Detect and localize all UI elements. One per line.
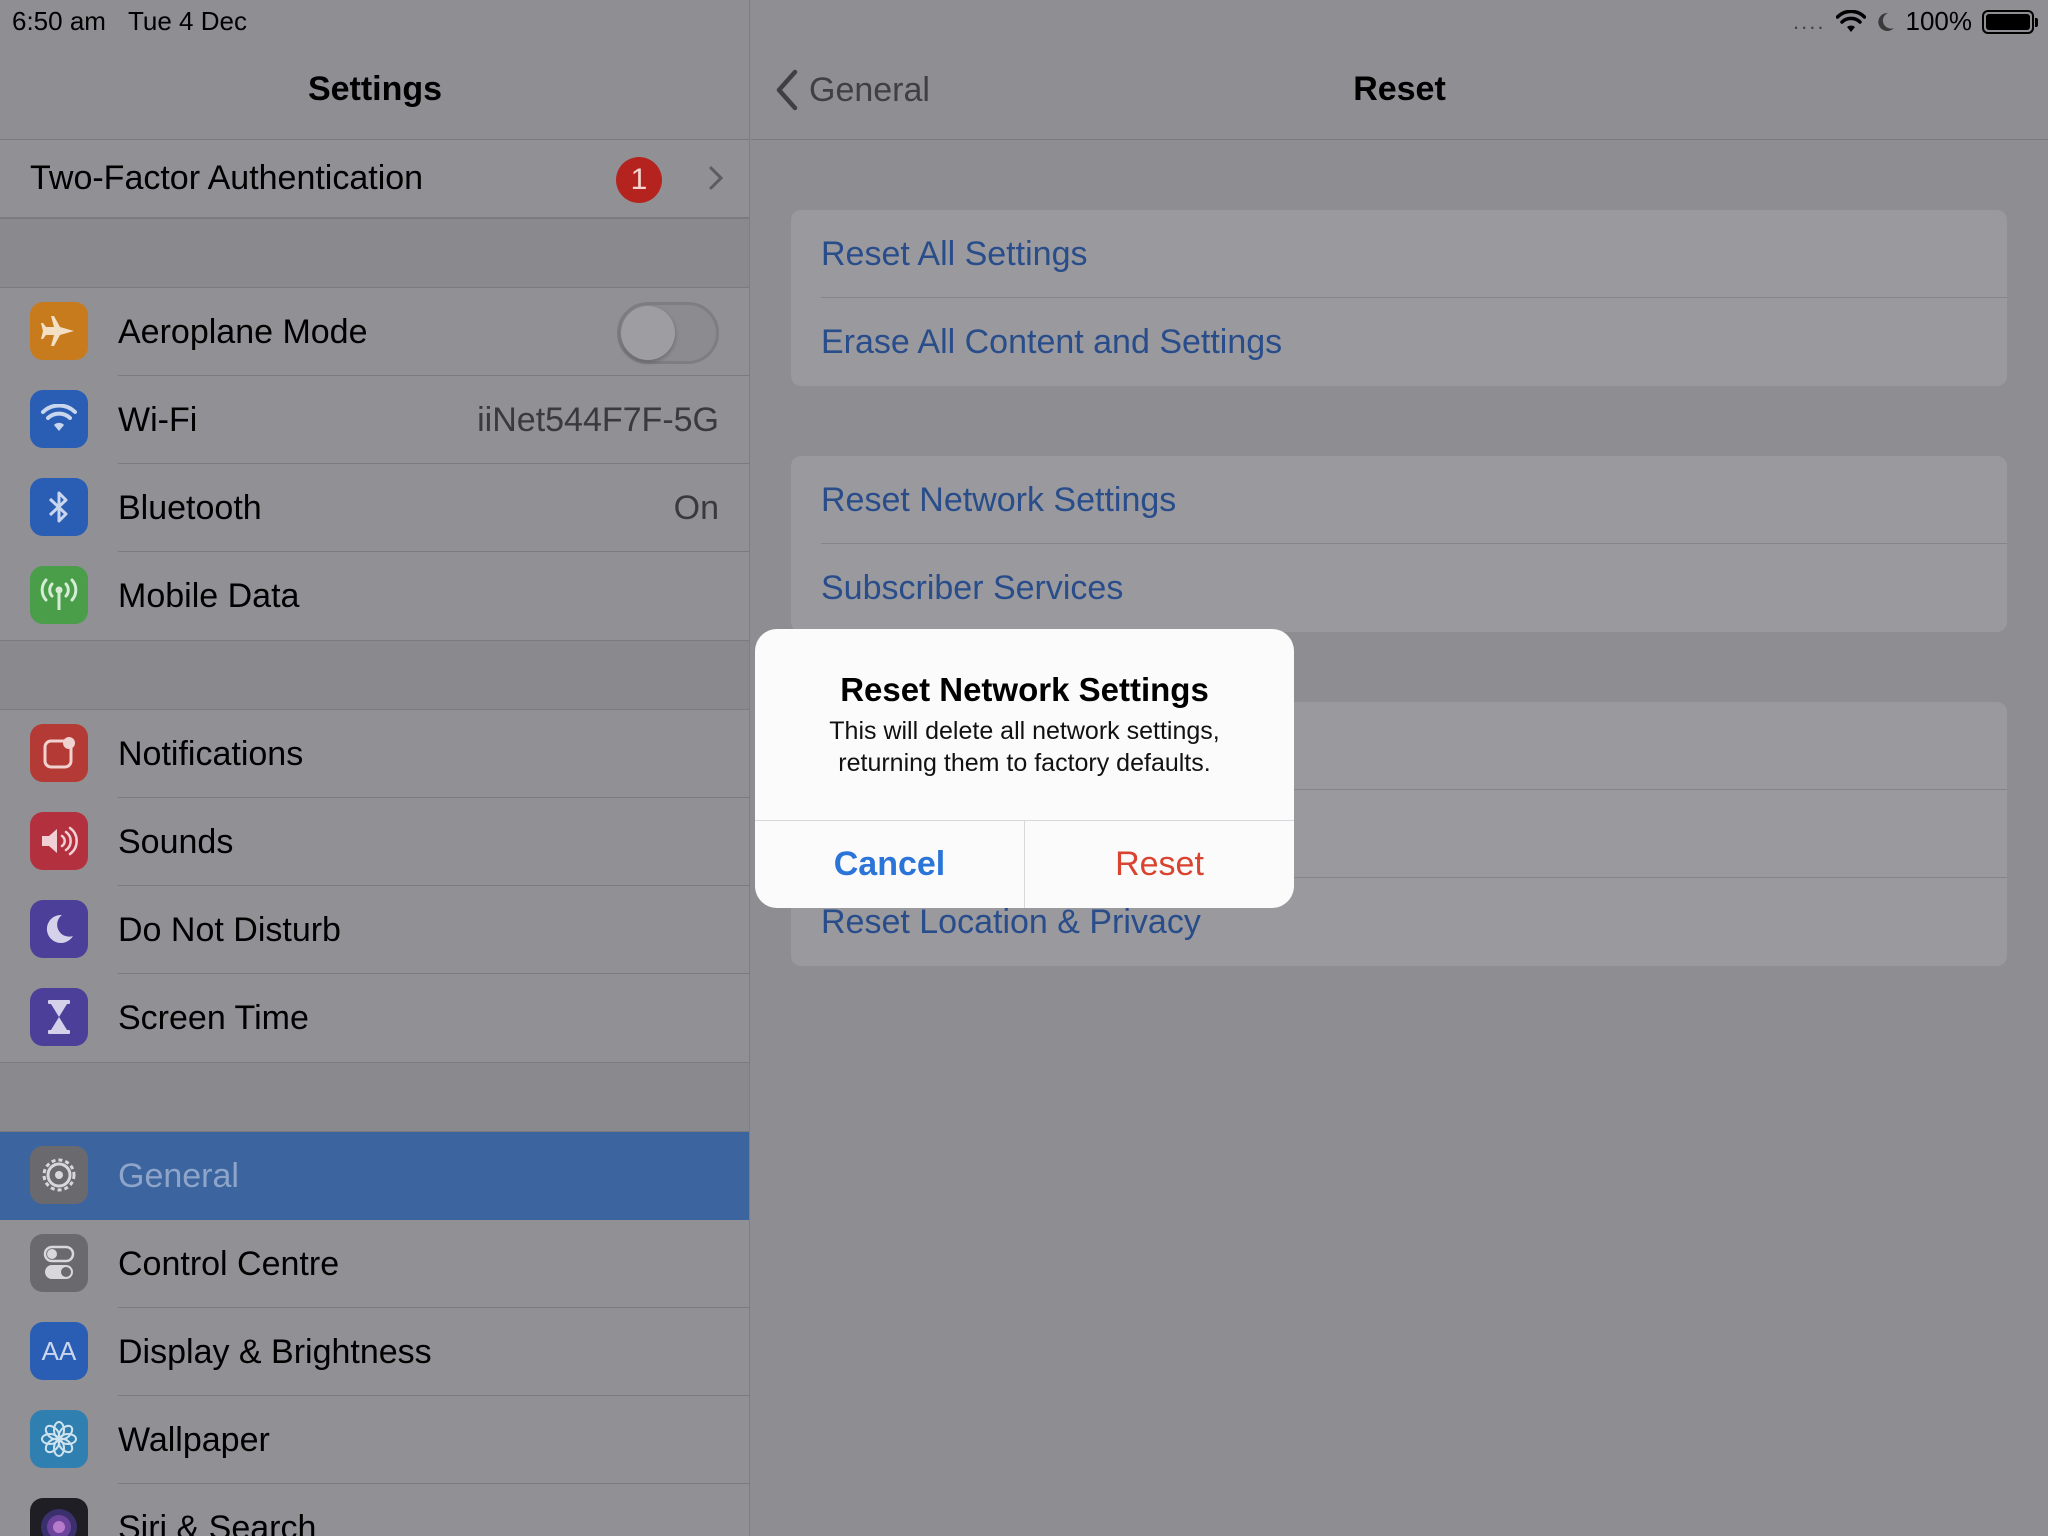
battery-percent: 100% [1905,6,1973,36]
sidebar-item-general[interactable]: General [0,1132,749,1220]
two-factor-authentication-row[interactable]: Two-Factor Authentication 1 [0,140,749,218]
status-bar: 6:50 am Tue 4 Dec .... 100% [0,0,2048,40]
sidebar-item-wallpaper[interactable]: Wallpaper [0,1396,749,1484]
sidebar-item-notifications[interactable]: Notifications [0,710,749,798]
alert-message-line: returning them to factory defaults. [838,749,1211,777]
section-spacer [0,218,749,288]
sidebar-item-control-centre[interactable]: Control Centre [0,1220,749,1308]
sidebar-item-aeroplane-mode[interactable]: Aeroplane Mode [0,288,749,376]
erase-all-content-row[interactable]: Erase All Content and Settings [791,298,2007,386]
sidebar-item-display-brightness[interactable]: AA Display & Brightness [0,1308,749,1396]
signal-icon: .... [1793,8,1826,34]
wifi-icon [30,390,88,448]
gear-icon [30,1146,88,1204]
reset-location-privacy-label: Reset Location & Privacy [821,902,1201,941]
sidebar-item-label: Notifications [118,734,304,773]
sidebar-item-label: Mobile Data [118,576,300,615]
sidebar-item-bluetooth[interactable]: Bluetooth On [0,464,749,552]
sidebar-item-label: Screen Time [118,998,309,1037]
status-date: Tue 4 Dec [128,6,247,36]
reset-button[interactable]: Reset [1025,821,1294,908]
aeroplane-mode-toggle[interactable] [617,302,719,364]
sidebar-item-label: Wi-Fi [118,400,198,439]
alert-message: This will delete all network settings, r… [755,715,1294,779]
text-size-icon: AA [30,1322,88,1380]
status-right: .... 100% [1793,6,2038,37]
moon-icon [30,900,88,958]
wifi-status-icon [1835,9,1866,32]
text-size-glyph: AA [41,1335,77,1366]
battery-icon [1982,9,2038,34]
sidebar-item-label: Sounds [118,822,234,861]
sidebar-item-screen-time[interactable]: Screen Time [0,974,749,1062]
sidebar-item-siri-search[interactable]: Siri & Search [0,1484,749,1536]
moon-status-icon [1877,12,1894,31]
subscriber-services-label: Subscriber Services [821,568,1124,607]
status-time: 6:50 am [12,6,106,36]
flower-icon [30,1410,88,1468]
sidebar-item-label: Control Centre [118,1244,340,1283]
sidebar-item-label: General [118,1156,239,1195]
subscriber-services-row[interactable]: Subscriber Services [791,544,2007,632]
sidebar-item-do-not-disturb[interactable]: Do Not Disturb [0,886,749,974]
reset-card-1: Reset All Settings Erase All Content and… [791,210,2007,386]
reset-card-2: Reset Network Settings Subscriber Servic… [791,456,2007,632]
notifications-group: Notifications Sounds Do Not Disturb Scre… [0,710,749,1062]
bluetooth-status: On [673,488,719,527]
wifi-network-name: iiNet544F7F-5G [477,400,719,439]
two-factor-label: Two-Factor Authentication [30,159,424,197]
reset-all-settings-row[interactable]: Reset All Settings [791,210,2007,298]
reset-network-settings-row[interactable]: Reset Network Settings [791,456,2007,544]
siri-icon [30,1498,88,1536]
reset-network-settings-label: Reset Network Settings [821,480,1177,519]
settings-sidebar: Settings Two-Factor Authentication 1 Aer… [0,0,750,1536]
alert-title: Reset Network Settings [840,671,1209,708]
back-button[interactable]: General [773,68,930,112]
sidebar-item-sounds[interactable]: Sounds [0,798,749,886]
antenna-icon [30,566,88,624]
chevron-left-icon [776,69,798,111]
alert-message-line: This will delete all network settings, [829,717,1220,745]
airplane-icon [30,302,88,360]
reset-all-settings-label: Reset All Settings [821,234,1088,273]
sidebar-item-label: Bluetooth [118,488,262,527]
erase-all-content-label: Erase All Content and Settings [821,322,1283,361]
general-group: General Control Centre AA Display & Brig… [0,1132,749,1536]
speaker-icon [30,812,88,870]
connectivity-group: Aeroplane Mode Wi-Fi iiNet544F7F-5G Blue… [0,288,749,640]
section-spacer [0,1062,749,1132]
switches-icon [30,1234,88,1292]
bluetooth-icon [30,478,88,536]
cancel-button[interactable]: Cancel [755,821,1024,908]
hourglass-icon [30,988,88,1046]
sidebar-item-label: Aeroplane Mode [118,312,368,351]
chevron-right-icon [709,166,724,190]
sidebar-item-mobile-data[interactable]: Mobile Data [0,552,749,640]
notification-badge: 1 [616,157,662,203]
notifications-icon [30,724,88,782]
sidebar-item-label: Wallpaper [118,1420,270,1459]
reset-network-alert: Reset Network Settings This will delete … [755,629,1294,908]
sidebar-item-label: Display & Brightness [118,1332,432,1371]
page-title: Reset [1353,70,1446,108]
sidebar-item-wifi[interactable]: Wi-Fi iiNet544F7F-5G [0,376,749,464]
back-label: General [809,70,930,109]
sidebar-title: Settings [307,70,443,108]
section-spacer [0,640,749,710]
sidebar-item-label: Do Not Disturb [118,910,341,949]
sidebar-item-label: Siri & Search [118,1508,317,1536]
